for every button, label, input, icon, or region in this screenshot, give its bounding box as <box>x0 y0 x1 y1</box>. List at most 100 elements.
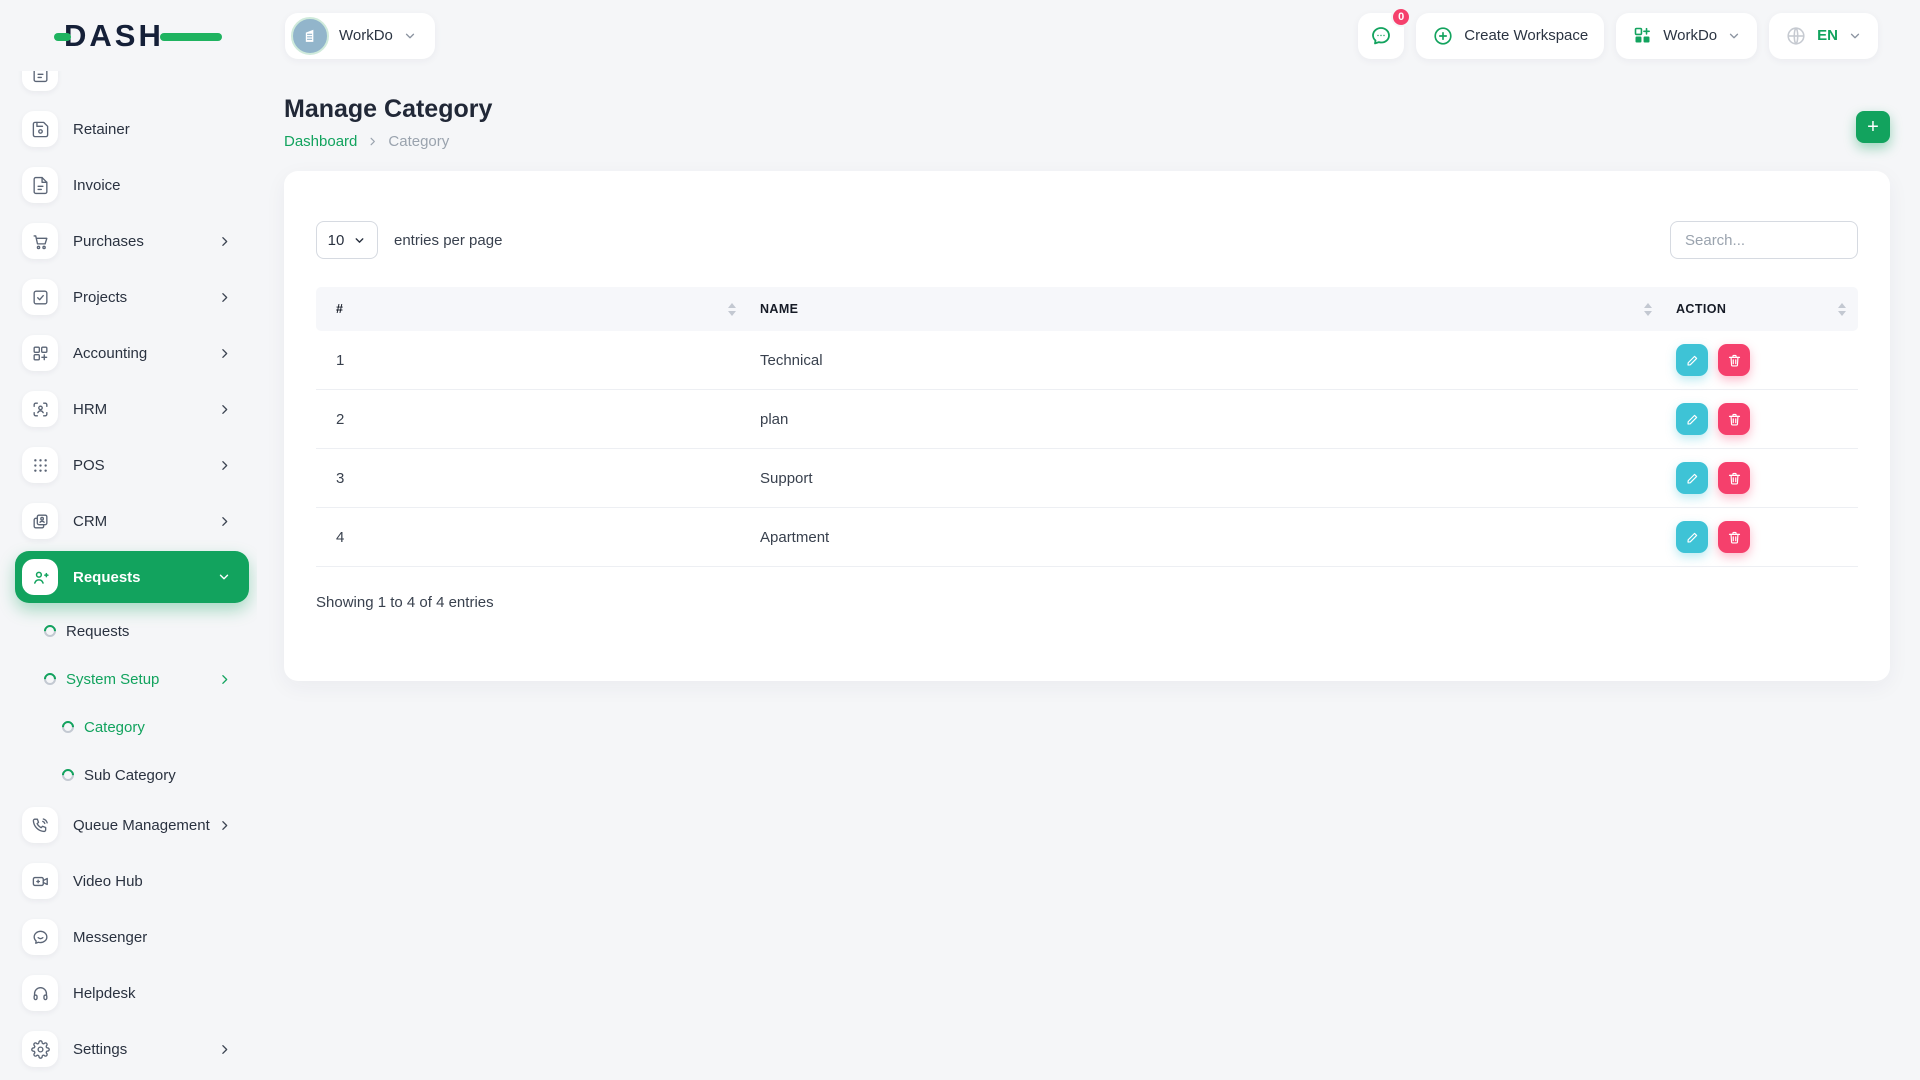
sort-arrows-icon <box>1838 303 1846 316</box>
delete-button[interactable] <box>1718 403 1750 435</box>
headphones-icon <box>22 975 58 1011</box>
create-workspace-button[interactable]: Create Workspace <box>1416 13 1604 59</box>
sidebar-item-pos[interactable]: POS <box>15 439 249 491</box>
messages-button[interactable]: 0 <box>1358 13 1404 59</box>
chevron-right-icon <box>218 459 231 472</box>
chevron-right-icon <box>218 673 231 686</box>
entries-per-page-select[interactable]: 10 <box>316 221 378 259</box>
sidebar-item-label: CRM <box>73 513 107 530</box>
sidebar-subitem-category[interactable]: Category <box>0 703 257 751</box>
sidebar-item-video-hub[interactable]: Video Hub <box>15 855 249 907</box>
sidebar-subitem-requests[interactable]: Requests <box>0 607 257 655</box>
plus-circle-icon <box>1432 25 1454 47</box>
sidebar-subitem-label: Category <box>84 719 145 736</box>
row-index: 2 <box>316 411 760 428</box>
sidebar-subitem-label: Sub Category <box>84 767 176 784</box>
table-row: 1 Technical <box>316 331 1858 390</box>
logo-text: DASH <box>64 18 164 53</box>
sidebar-item-projects[interactable]: Projects <box>15 271 249 323</box>
row-name: Technical <box>760 352 1676 369</box>
save-icon <box>22 111 58 147</box>
row-name: Apartment <box>760 529 1676 546</box>
document-icon <box>22 71 58 91</box>
edit-button[interactable] <box>1676 462 1708 494</box>
edit-button[interactable] <box>1676 521 1708 553</box>
language-selector[interactable]: EN <box>1769 13 1878 59</box>
table-header-row: # NAME ACTION <box>316 287 1858 331</box>
sidebar-item-label: Requests <box>73 569 141 586</box>
sort-arrows-icon <box>728 303 736 316</box>
check-square-icon <box>22 279 58 315</box>
sidebar-item-queue-management[interactable]: Queue Management <box>15 799 249 851</box>
sidebar-item-label: Queue Management <box>73 817 210 834</box>
delete-button[interactable] <box>1718 344 1750 376</box>
sidebar-item-label: Projects <box>73 289 127 306</box>
edit-button[interactable] <box>1676 403 1708 435</box>
search-input[interactable] <box>1670 221 1858 259</box>
workspace-avatar <box>291 17 329 55</box>
language-code: EN <box>1817 27 1838 44</box>
app-menu-button[interactable]: WorkDo <box>1616 13 1757 59</box>
row-name: plan <box>760 411 1676 428</box>
column-header-action[interactable]: ACTION <box>1676 302 1858 316</box>
entries-per-page-label: entries per page <box>394 232 502 249</box>
column-header-index[interactable]: # <box>316 302 760 316</box>
edit-button[interactable] <box>1676 344 1708 376</box>
table-row: 4 Apartment <box>316 508 1858 567</box>
breadcrumb-dashboard-link[interactable]: Dashboard <box>284 133 357 150</box>
sidebar-item-invoice[interactable]: Invoice <box>15 159 249 211</box>
chevron-right-icon <box>218 819 231 832</box>
entries-per-page-value: 10 <box>328 232 345 249</box>
chevron-right-icon <box>218 403 231 416</box>
table-row: 2 plan <box>316 390 1858 449</box>
page-title: Manage Category <box>284 95 1890 124</box>
grid-plus-icon <box>1632 25 1653 46</box>
sidebar-item-retainer[interactable]: Retainer <box>15 103 249 155</box>
sidebar-item-messenger[interactable]: Messenger <box>15 911 249 963</box>
workspace-selector[interactable]: WorkDo <box>285 13 435 59</box>
sidebar-subitem-label: System Setup <box>66 671 159 688</box>
chevron-down-icon <box>1727 29 1741 43</box>
chevron-down-icon <box>353 234 366 247</box>
sidebar-item-settings[interactable]: Settings <box>15 1023 249 1075</box>
breadcrumb: Dashboard Category <box>284 133 1890 150</box>
sort-arrows-icon <box>1644 303 1652 316</box>
column-header-name[interactable]: NAME <box>760 302 1676 316</box>
ring-bullet-icon <box>62 721 74 733</box>
user-plus-icon <box>22 559 58 595</box>
chevron-right-icon <box>218 347 231 360</box>
sidebar-subitem-system-setup[interactable]: System Setup <box>0 655 257 703</box>
globe-icon <box>1785 25 1807 47</box>
sidebar-item-crm[interactable]: CRM <box>15 495 249 547</box>
sidebar-item-clipped[interactable] <box>15 71 249 99</box>
chat-bubble-icon <box>1369 24 1393 48</box>
crm-cards-icon <box>22 503 58 539</box>
sidebar-item-helpdesk[interactable]: Helpdesk <box>15 967 249 1019</box>
delete-button[interactable] <box>1718 462 1750 494</box>
chevron-right-icon <box>218 235 231 248</box>
sidebar: Retainer Invoice Purchases Projects <box>0 71 257 1080</box>
app-menu-label: WorkDo <box>1663 27 1717 44</box>
grid-plus-icon <box>22 335 58 371</box>
sidebar-item-label: Accounting <box>73 345 147 362</box>
sidebar-item-hrm[interactable]: HRM <box>15 383 249 435</box>
sidebar-subitem-sub-category[interactable]: Sub Category <box>0 751 257 799</box>
sidebar-item-purchases[interactable]: Purchases <box>15 215 249 267</box>
sidebar-item-label: Purchases <box>73 233 144 250</box>
video-camera-icon <box>22 863 58 899</box>
chevron-down-icon <box>217 570 231 584</box>
breadcrumb-current: Category <box>388 133 449 150</box>
main-content: Manage Category Dashboard Category + 10 … <box>257 71 1920 1080</box>
workspace-name: WorkDo <box>339 27 393 44</box>
sidebar-item-label: POS <box>73 457 105 474</box>
gear-icon <box>22 1031 58 1067</box>
sidebar-item-label: Helpdesk <box>73 985 136 1002</box>
create-workspace-label: Create Workspace <box>1464 27 1588 44</box>
dash-logo[interactable]: DASH <box>64 18 164 54</box>
add-category-button[interactable]: + <box>1856 111 1890 143</box>
sidebar-item-accounting[interactable]: Accounting <box>15 327 249 379</box>
row-index: 3 <box>316 470 760 487</box>
ring-bullet-icon <box>44 625 56 637</box>
delete-button[interactable] <box>1718 521 1750 553</box>
sidebar-item-requests[interactable]: Requests <box>15 551 249 603</box>
